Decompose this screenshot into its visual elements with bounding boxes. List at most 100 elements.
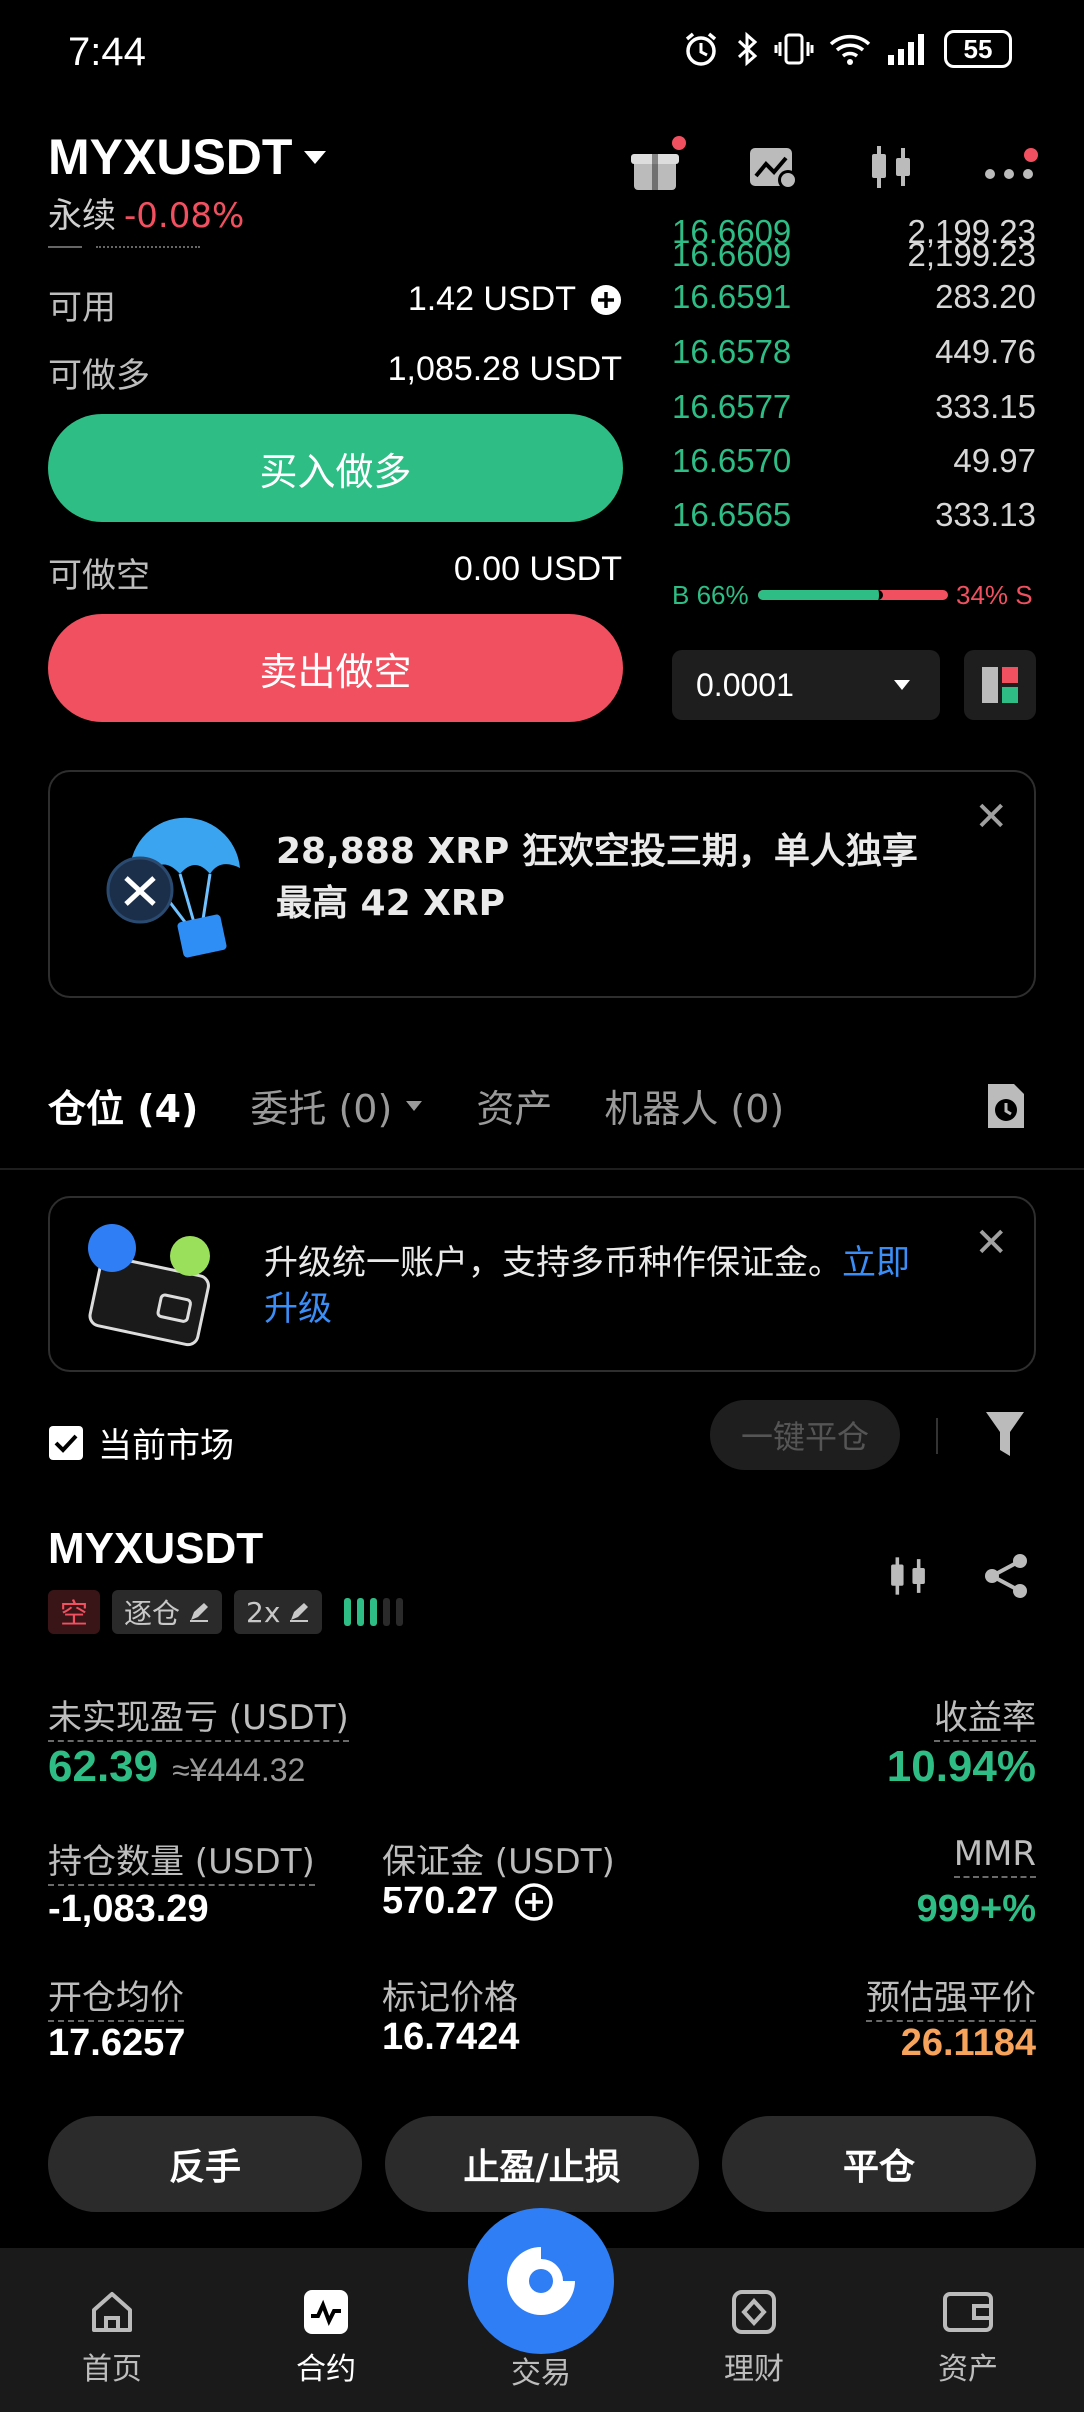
share-icon[interactable] [982, 1552, 1030, 1600]
nav-earn-label: 理财 [724, 2352, 784, 2387]
divider [0, 1168, 1084, 1170]
caret-down-icon [302, 148, 328, 166]
nav-home-label: 首页 [82, 2352, 142, 2387]
position-tabs: 仓位 (4) 委托 (0) 资产 机器人 (0) [48, 1078, 784, 1133]
wallet-icon [80, 1222, 220, 1352]
size-value: -1,083.29 [48, 1888, 209, 1930]
nav-assets-label: 资产 [938, 2352, 998, 2387]
mmr-label: MMR [953, 1834, 1036, 1878]
edit-icon [190, 1603, 209, 1622]
close-icon[interactable]: ✕ [974, 1220, 1008, 1266]
precision-value: 0.0001 [696, 666, 794, 703]
contract-type: 永续 [48, 196, 116, 236]
ratio-bar-buy [758, 590, 884, 600]
nav-futures-label: 合约 [296, 2352, 356, 2387]
upnl-cny: ≈¥444.32 [172, 1752, 306, 1788]
notification-dot [672, 136, 686, 150]
leverage-tag[interactable]: 2x [234, 1590, 323, 1634]
available-label: 可用 [48, 288, 116, 328]
current-market-filter[interactable]: 当前市场 [48, 1418, 234, 1467]
ob-qty: 449.76 [935, 333, 1036, 370]
margin-label: 保证金 (USDT) [382, 1842, 615, 1882]
upnl-value: 62.39 [48, 1742, 159, 1791]
can-short-label: 可做空 [48, 556, 150, 596]
status-icons: 55 [682, 30, 1012, 68]
checkbox-checked-icon[interactable] [48, 1425, 84, 1461]
scroll-remnant [48, 242, 82, 248]
order-book-row[interactable]: 16.6577 333.15 [672, 380, 1036, 434]
order-book-row[interactable]: 16.6591 283.20 [672, 270, 1036, 324]
ob-price: 16.6609 [672, 218, 792, 250]
edit-icon [290, 1603, 309, 1622]
margin-value: 570.27 [382, 1880, 499, 1922]
candlestick-icon[interactable] [864, 140, 918, 194]
nav-earn[interactable]: 理财 [694, 2288, 814, 2388]
close-position-button[interactable]: 平仓 [722, 2116, 1036, 2212]
nav-trade-label-wrap[interactable]: 交易 [481, 2348, 601, 2392]
pair-selector[interactable]: MYXUSDT [48, 128, 328, 186]
candlestick-icon[interactable] [884, 1552, 932, 1600]
ob-price: 16.6565 [672, 496, 792, 533]
signal-icon [886, 31, 930, 67]
precision-select[interactable]: 0.0001 [672, 650, 940, 720]
reverse-button[interactable]: 反手 [48, 2116, 362, 2212]
can-long-label: 可做多 [48, 356, 150, 396]
bluetooth-icon [734, 30, 760, 68]
book-layout-icon [980, 665, 1020, 705]
close-icon[interactable]: ✕ [974, 794, 1008, 840]
more-icon[interactable] [982, 140, 1038, 194]
order-book-row[interactable]: 16.6609 2,199.23 [672, 218, 1036, 272]
nav-futures[interactable]: 合约 [266, 2288, 386, 2388]
add-funds-icon[interactable] [590, 284, 622, 316]
status-time: 7:44 [68, 30, 146, 74]
ob-qty: 2,199.23 [907, 218, 1036, 250]
roi-value: 10.94% [886, 1742, 1036, 1791]
divider [936, 1418, 938, 1454]
caret-down-icon [892, 678, 912, 692]
add-margin-icon[interactable] [514, 1882, 554, 1922]
airdrop-text-line1: 28,888 XRP 狂欢空投三期，单人独享 [276, 831, 918, 872]
upgrade-link-2[interactable]: 升级 [264, 1289, 332, 1329]
ob-qty: 333.13 [935, 496, 1036, 533]
ratio-bar [758, 590, 948, 600]
available-row: 1.42 USDT [408, 280, 622, 319]
margin-mode-tag[interactable]: 逐仓 [112, 1590, 223, 1634]
trade-center-button[interactable] [468, 2208, 614, 2354]
can-short-value: 0.00 USDT [453, 550, 622, 588]
history-icon[interactable] [984, 1080, 1028, 1132]
order-book-row[interactable]: 16.6565 333.13 [672, 488, 1036, 542]
upgrade-link[interactable]: 立即 [842, 1243, 910, 1283]
chart-settings-icon[interactable] [746, 140, 800, 194]
order-book-row[interactable]: 16.6570 49.97 [672, 434, 1036, 488]
parachute-icon [100, 808, 250, 958]
nav-home[interactable]: 首页 [52, 2288, 172, 2388]
buy-long-button[interactable]: 买入做多 [48, 414, 623, 522]
gift-icon[interactable] [628, 136, 686, 194]
tab-orders[interactable]: 委托 (0) [250, 1078, 424, 1133]
sell-short-button[interactable]: 卖出做空 [48, 614, 623, 722]
nav-assets[interactable]: 资产 [908, 2288, 1028, 2388]
pair-title: MYXUSDT [48, 129, 293, 185]
mark-label: 标记价格 [382, 1978, 518, 2018]
size-label: 持仓数量 (USDT) [48, 1834, 315, 1886]
ob-price: 16.6591 [672, 278, 792, 315]
tab-assets[interactable]: 资产 [476, 1078, 552, 1133]
airdrop-text: 28,888 XRP 狂欢空投三期，单人独享 最高 42 XRP [276, 826, 918, 930]
entry-label: 开仓均价 [48, 1970, 184, 2022]
airdrop-banner[interactable]: 28,888 XRP 狂欢空投三期，单人独享 最高 42 XRP ✕ [48, 770, 1036, 998]
layout-toggle[interactable] [964, 650, 1036, 720]
home-icon [92, 2292, 132, 2332]
order-book-row[interactable]: 16.6578 449.76 [672, 325, 1036, 379]
notification-dot [1024, 148, 1038, 162]
tab-bots[interactable]: 机器人 (0) [604, 1078, 784, 1133]
tpsl-button[interactable]: 止盈/止损 [385, 2116, 699, 2212]
wifi-icon [828, 30, 872, 68]
close-all-button[interactable]: 一键平仓 [710, 1400, 900, 1470]
position-pair[interactable]: MYXUSDT [48, 1524, 263, 1574]
filter-icon[interactable] [984, 1410, 1026, 1460]
battery-indicator: 55 [944, 30, 1012, 68]
liq-value: 26.1184 [900, 2022, 1036, 2064]
upgrade-banner[interactable]: 升级统一账户，支持多币种作保证金。立即 升级 ✕ [48, 1196, 1036, 1372]
tab-positions[interactable]: 仓位 (4) [48, 1078, 198, 1133]
price-change: -0.08% [124, 196, 245, 236]
